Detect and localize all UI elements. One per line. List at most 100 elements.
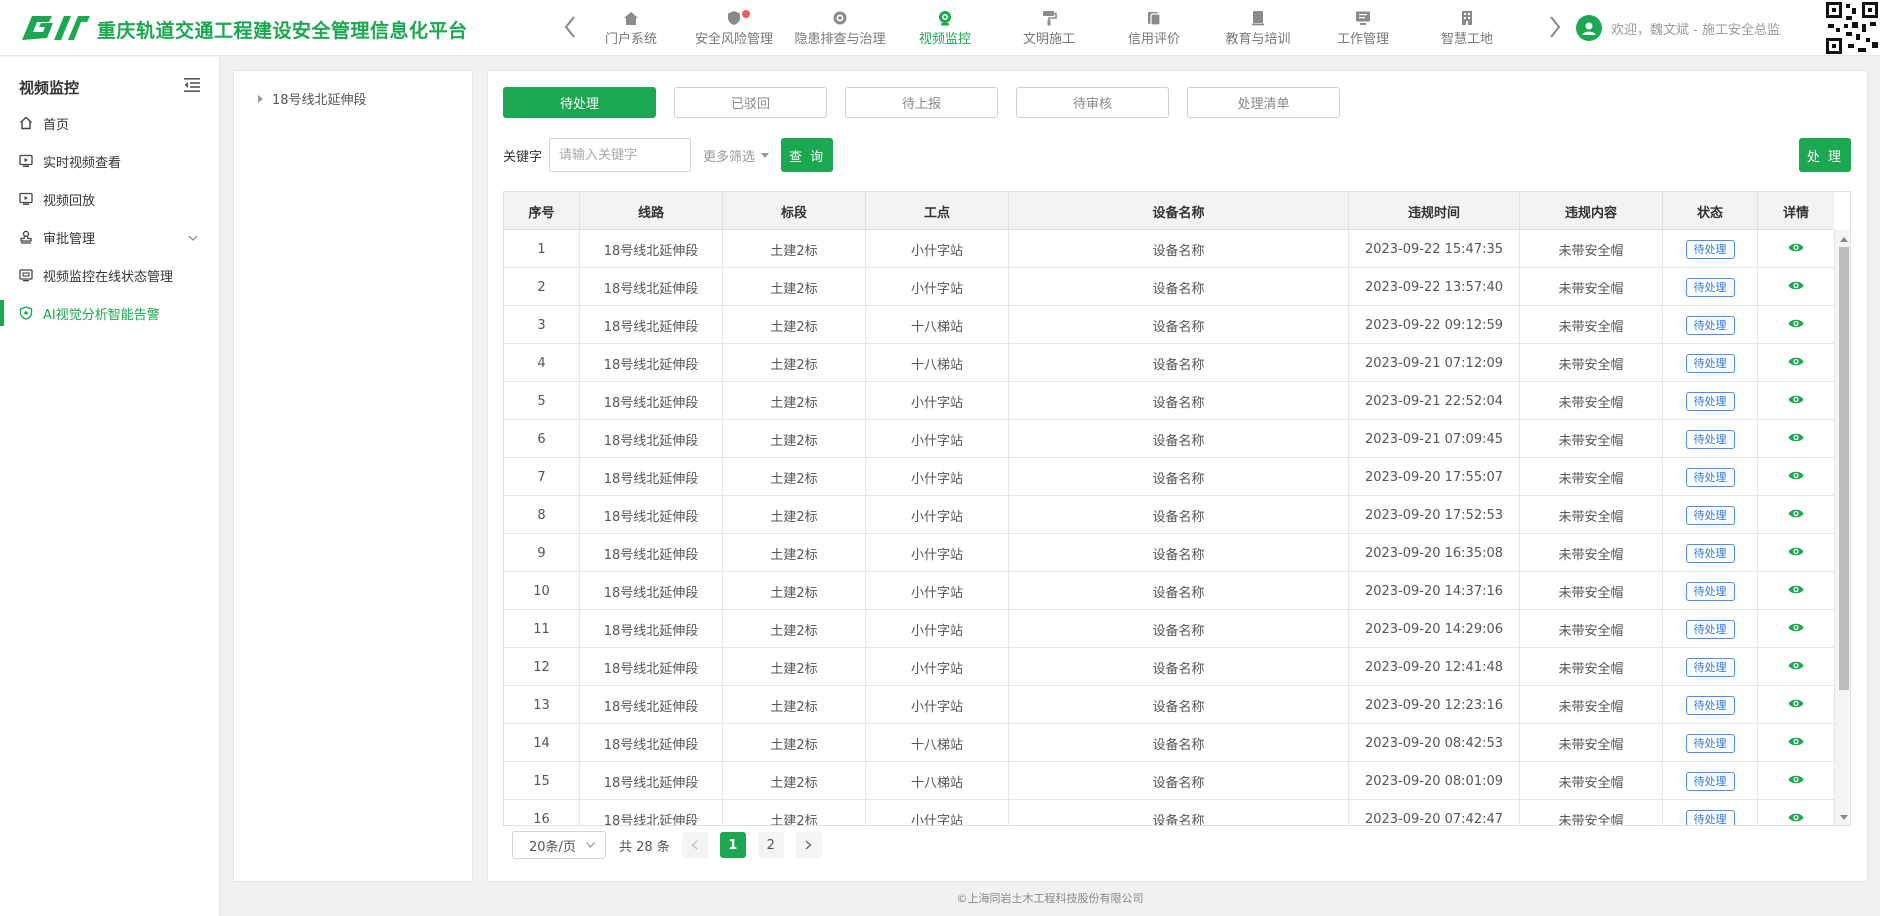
eye-icon[interactable] bbox=[1788, 546, 1804, 561]
table-cell: 3 bbox=[504, 306, 580, 344]
query-button[interactable]: 查 询 bbox=[781, 138, 834, 172]
table-row[interactable]: 12 18号线北延伸段 土建2标 小什字站 设备名称 2023-09-20 12:41:4… bbox=[504, 648, 1834, 686]
status-badge[interactable]: 待处理 bbox=[1685, 771, 1735, 791]
table-row[interactable]: 2 18号线北延伸段 土建2标 小什字站 设备名称 2023-09-22 13:57:40… bbox=[504, 268, 1834, 306]
nav-item-5[interactable]: 文明施工 bbox=[999, 9, 1099, 49]
sidebar-item-1[interactable]: 首页 bbox=[0, 104, 220, 142]
tab-3[interactable]: 待上报 bbox=[845, 87, 998, 118]
detail-cell bbox=[1758, 382, 1834, 420]
table-row[interactable]: 13 18号线北延伸段 土建2标 小什字站 设备名称 2023-09-20 12:23:1… bbox=[504, 686, 1834, 724]
qr-code-icon[interactable] bbox=[1826, 2, 1878, 54]
table-row[interactable]: 15 18号线北延伸段 土建2标 十八梯站 设备名称 2023-09-20 08:01:0… bbox=[504, 762, 1834, 800]
eye-icon[interactable] bbox=[1788, 318, 1804, 333]
nav-item-8[interactable]: 工作管理 bbox=[1313, 9, 1413, 49]
page-button-1[interactable]: 1 bbox=[719, 832, 746, 858]
tab-4[interactable]: 待审核 bbox=[1016, 87, 1169, 118]
user-info[interactable]: 欢迎，魏文斌 - 施工安全总监 bbox=[1576, 15, 1780, 41]
table-row[interactable]: 5 18号线北延伸段 土建2标 小什字站 设备名称 2023-09-21 22:52:04… bbox=[504, 382, 1834, 420]
table-row[interactable]: 14 18号线北延伸段 土建2标 十八梯站 设备名称 2023-09-20 08:42:5… bbox=[504, 724, 1834, 762]
tree-node-line18[interactable]: 18号线北延伸段 bbox=[258, 89, 367, 108]
nav-item-7[interactable]: 教育与培训 bbox=[1208, 9, 1308, 49]
eye-icon[interactable] bbox=[1788, 736, 1804, 751]
eye-icon[interactable] bbox=[1788, 584, 1804, 599]
eye-icon[interactable] bbox=[1788, 622, 1804, 637]
collapse-menu-icon[interactable] bbox=[184, 78, 200, 92]
table-row[interactable]: 1 18号线北延伸段 土建2标 小什字站 设备名称 2023-09-22 15:47:35… bbox=[504, 230, 1834, 268]
nav-next-arrow[interactable] bbox=[1543, 12, 1567, 42]
nav-item-3[interactable]: 隐患排查与治理 bbox=[790, 9, 890, 49]
nav-item-2[interactable]: 安全风险管理 bbox=[684, 9, 784, 49]
status-badge[interactable]: 待处理 bbox=[1685, 505, 1735, 525]
sidebar-item-3[interactable]: 视频回放 bbox=[0, 180, 220, 218]
prev-page-button[interactable] bbox=[681, 832, 708, 858]
chevron-left-icon bbox=[691, 840, 698, 850]
status-badge[interactable]: 待处理 bbox=[1685, 581, 1735, 601]
more-filters-dropdown[interactable]: 更多筛选 bbox=[703, 146, 770, 165]
nav-prev-arrow[interactable] bbox=[558, 12, 582, 42]
status-badge[interactable]: 待处理 bbox=[1685, 619, 1735, 639]
status-badge[interactable]: 待处理 bbox=[1685, 353, 1735, 373]
eye-icon[interactable] bbox=[1788, 774, 1804, 789]
keyword-input[interactable] bbox=[549, 138, 692, 172]
sidebar-item-5[interactable]: 视频监控在线状态管理 bbox=[0, 256, 220, 294]
eye-icon[interactable] bbox=[1788, 698, 1804, 713]
expand-caret-icon[interactable] bbox=[258, 94, 263, 103]
scrollbar-thumb[interactable] bbox=[1839, 247, 1849, 690]
roller-icon bbox=[1040, 9, 1058, 27]
table-row[interactable]: 9 18号线北延伸段 土建2标 小什字站 设备名称 2023-09-20 16:35:08… bbox=[504, 534, 1834, 572]
nav-item-1[interactable]: 门户系统 bbox=[581, 9, 681, 49]
table-row[interactable]: 6 18号线北延伸段 土建2标 小什字站 设备名称 2023-09-21 07:09:45… bbox=[504, 420, 1834, 458]
process-button[interactable]: 处 理 bbox=[1799, 138, 1851, 172]
status-badge[interactable]: 待处理 bbox=[1685, 315, 1735, 335]
eye-icon[interactable] bbox=[1788, 508, 1804, 523]
eye-icon[interactable] bbox=[1788, 242, 1804, 257]
eye-icon[interactable] bbox=[1788, 432, 1804, 447]
eye-icon[interactable] bbox=[1788, 356, 1804, 371]
eye-icon[interactable] bbox=[1788, 660, 1804, 675]
eye-icon[interactable] bbox=[1788, 812, 1804, 826]
status-badge[interactable]: 待处理 bbox=[1685, 239, 1735, 259]
status-badge[interactable]: 待处理 bbox=[1685, 467, 1735, 487]
table-row[interactable]: 11 18号线北延伸段 土建2标 小什字站 设备名称 2023-09-20 14:29:0… bbox=[504, 610, 1834, 648]
table-row[interactable]: 3 18号线北延伸段 土建2标 十八梯站 设备名称 2023-09-22 09:12:59… bbox=[504, 306, 1834, 344]
scroll-up-icon[interactable] bbox=[1840, 237, 1848, 242]
status-badge[interactable]: 待处理 bbox=[1685, 809, 1735, 825]
status-badge[interactable]: 待处理 bbox=[1685, 277, 1735, 297]
table-row[interactable]: 8 18号线北延伸段 土建2标 小什字站 设备名称 2023-09-20 17:52:53… bbox=[504, 496, 1834, 534]
page-size-select[interactable]: 20条/页 bbox=[512, 831, 606, 859]
sidebar-item-4[interactable]: 审批管理 bbox=[0, 218, 220, 256]
table-row[interactable]: 7 18号线北延伸段 土建2标 小什字站 设备名称 2023-09-20 17:55:07… bbox=[504, 458, 1834, 496]
table-row[interactable]: 16 18号线北延伸段 土建2标 小什字站 设备名称 2023-09-20 07:42:4… bbox=[504, 800, 1834, 826]
page-button-2[interactable]: 2 bbox=[757, 832, 784, 858]
next-page-button[interactable] bbox=[795, 832, 822, 858]
status-badge[interactable]: 待处理 bbox=[1685, 733, 1735, 753]
table-cell: 土建2标 bbox=[723, 762, 866, 800]
sidebar-item-6[interactable]: AI视觉分析智能告警 bbox=[0, 294, 220, 332]
table-cell: 18号线北延伸段 bbox=[580, 382, 723, 420]
table-scrollbar[interactable] bbox=[1834, 230, 1850, 825]
eye-icon[interactable] bbox=[1788, 394, 1804, 409]
scroll-down-icon[interactable] bbox=[1840, 815, 1848, 820]
table-row[interactable]: 10 18号线北延伸段 土建2标 小什字站 设备名称 2023-09-20 14:37:1… bbox=[504, 572, 1834, 610]
column-header: 线路 bbox=[580, 192, 723, 230]
status-badge[interactable]: 待处理 bbox=[1685, 695, 1735, 715]
logo bbox=[22, 16, 90, 40]
eye-icon[interactable] bbox=[1788, 280, 1804, 295]
nav-item-4[interactable]: 视频监控 bbox=[895, 9, 995, 49]
tab-5[interactable]: 处理清单 bbox=[1187, 87, 1340, 118]
table-cell: 1 bbox=[504, 230, 580, 268]
status-badge[interactable]: 待处理 bbox=[1685, 543, 1735, 563]
tab-2[interactable]: 已驳回 bbox=[674, 87, 827, 118]
status-badge[interactable]: 待处理 bbox=[1685, 429, 1735, 449]
eye-icon[interactable] bbox=[1788, 470, 1804, 485]
tab-1[interactable]: 待处理 bbox=[503, 87, 656, 118]
table-body[interactable]: 1 18号线北延伸段 土建2标 小什字站 设备名称 2023-09-22 15:47:35… bbox=[504, 230, 1834, 826]
status-badge[interactable]: 待处理 bbox=[1685, 657, 1735, 677]
status-badge[interactable]: 待处理 bbox=[1685, 391, 1735, 411]
nav-item-9[interactable]: 智慧工地 bbox=[1417, 9, 1517, 49]
nav-item-6[interactable]: 信用评价 bbox=[1104, 9, 1204, 49]
status-cell: 待处理 bbox=[1663, 344, 1758, 382]
table-row[interactable]: 4 18号线北延伸段 土建2标 十八梯站 设备名称 2023-09-21 07:12:09… bbox=[504, 344, 1834, 382]
column-header: 详情 bbox=[1782, 205, 1809, 221]
sidebar-item-2[interactable]: 实时视频查看 bbox=[0, 142, 220, 180]
